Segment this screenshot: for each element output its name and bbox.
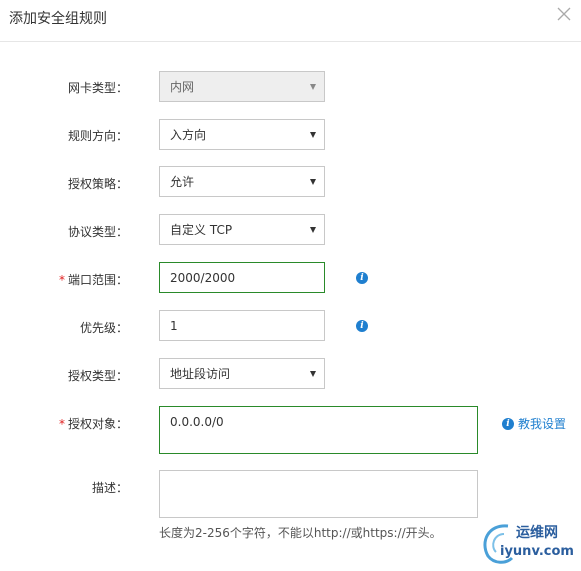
port-range-label: * 端口范围： xyxy=(58,273,128,287)
chevron-down-icon xyxy=(310,83,316,90)
auth-type-label: 授权类型： xyxy=(67,369,128,383)
required-mark: * xyxy=(58,417,65,431)
port-range-input[interactable]: 2000/2000 xyxy=(159,262,325,293)
port-range-value: 2000/2000 xyxy=(170,270,236,285)
nic-type-label: 网卡类型： xyxy=(67,81,128,95)
auth-object-label: * 授权对象： xyxy=(58,417,128,431)
required-mark: * xyxy=(58,273,65,287)
description-textarea[interactable] xyxy=(159,470,478,518)
chevron-down-icon xyxy=(310,370,316,377)
policy-value: 允许 xyxy=(170,175,195,189)
watermark-domain: iyunv.com xyxy=(500,544,574,559)
priority-label: 优先级： xyxy=(79,321,128,335)
dialog-title: 添加安全组规则 xyxy=(9,11,107,27)
nic-type-value: 内网 xyxy=(170,80,195,94)
watermark-cn: 运维网 xyxy=(516,525,558,541)
policy-select[interactable]: 允许 xyxy=(159,166,325,197)
watermark-logo: 运维网 iyunv.com xyxy=(478,518,578,568)
auth-object-textarea[interactable]: 0.0.0.0/0 xyxy=(159,406,478,454)
auth-type-select[interactable]: 地址段访问 xyxy=(159,358,325,389)
priority-value: 1 xyxy=(170,318,178,333)
watermark-swirl-icon xyxy=(483,524,514,564)
chevron-down-icon xyxy=(310,226,316,233)
close-icon[interactable] xyxy=(556,6,572,22)
description-label: 描述： xyxy=(91,481,128,495)
direction-select[interactable]: 入方向 xyxy=(159,119,325,150)
info-icon[interactable]: i xyxy=(356,272,368,284)
protocol-value: 自定义 TCP xyxy=(170,223,233,237)
help-setup-link[interactable]: i 教我设置 xyxy=(502,415,566,432)
auth-type-value: 地址段访问 xyxy=(170,367,231,381)
direction-value: 入方向 xyxy=(170,128,207,142)
auth-object-value: 0.0.0.0/0 xyxy=(170,415,224,429)
chevron-down-icon xyxy=(310,131,316,138)
protocol-select[interactable]: 自定义 TCP xyxy=(159,214,325,245)
direction-label: 规则方向： xyxy=(67,129,128,143)
info-icon: i xyxy=(502,417,514,430)
help-setup-label: 教我设置 xyxy=(518,417,567,431)
protocol-label: 协议类型： xyxy=(67,225,128,239)
priority-input[interactable]: 1 xyxy=(159,310,325,341)
nic-type-select: 内网 xyxy=(159,71,325,102)
policy-label: 授权策略： xyxy=(67,177,128,191)
description-hint: 长度为2-256个字符，不能以http://或https://开头。 xyxy=(159,526,442,540)
chevron-down-icon xyxy=(310,178,316,185)
dialog-header: 添加安全组规则 xyxy=(0,0,581,42)
info-icon[interactable]: i xyxy=(356,320,368,332)
